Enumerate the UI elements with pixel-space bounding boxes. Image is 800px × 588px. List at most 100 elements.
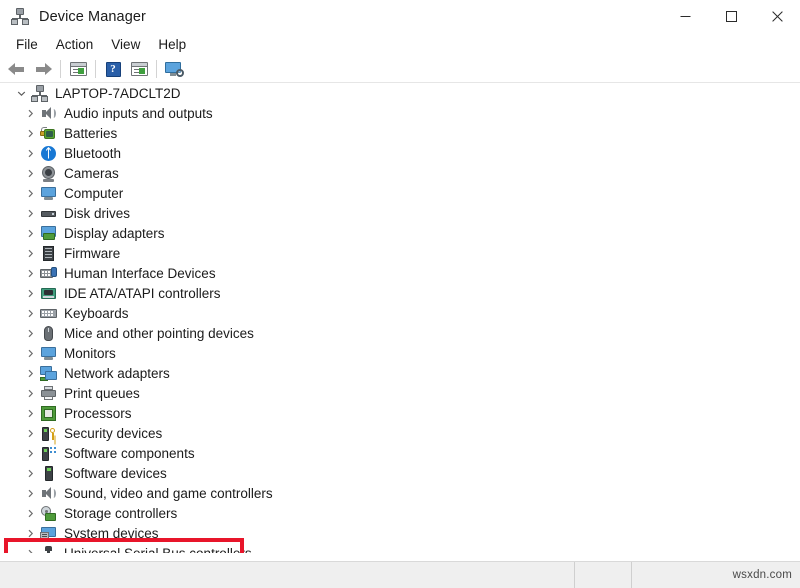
chevron-right-icon[interactable]: [22, 203, 38, 223]
help-button[interactable]: ?: [100, 57, 126, 81]
maximize-icon: [725, 11, 737, 22]
chevron-right-icon[interactable]: [22, 503, 38, 523]
tree-row-sound-video-and-game-controllers[interactable]: Sound, video and game controllers: [0, 483, 800, 503]
tree-row-print-queues[interactable]: Print queues: [0, 383, 800, 403]
disk-drive-icon: [40, 205, 57, 222]
chevron-right-icon[interactable]: [22, 423, 38, 443]
processor-icon: [40, 405, 57, 422]
tree-row-ide-ata-atapi-controllers[interactable]: IDE ATA/ATAPI controllers: [0, 283, 800, 303]
chevron-right-icon[interactable]: [22, 403, 38, 423]
tree-row-processors[interactable]: Processors: [0, 403, 800, 423]
chevron-right-icon[interactable]: [22, 383, 38, 403]
tree-item-label: System devices: [64, 525, 159, 541]
chevron-right-icon[interactable]: [22, 103, 38, 123]
tree-row-batteries[interactable]: Batteries: [0, 123, 800, 143]
speaker-icon: [40, 485, 57, 502]
tree-item-label: Mice and other pointing devices: [64, 325, 254, 341]
tree-item-label: Software components: [64, 445, 195, 461]
device-tree-icon: [11, 7, 29, 26]
tree-row-audio-inputs-and-outputs[interactable]: Audio inputs and outputs: [0, 103, 800, 123]
tree-item-label: Keyboards: [64, 305, 129, 321]
chevron-right-icon[interactable]: [22, 463, 38, 483]
chevron-right-icon[interactable]: [22, 303, 38, 323]
tree-row-system-devices[interactable]: System devices: [0, 523, 800, 543]
tree-row-human-interface-devices[interactable]: Human Interface Devices: [0, 263, 800, 283]
tree-row-computer[interactable]: Computer: [0, 183, 800, 203]
tree-row-root[interactable]: LAPTOP-7ADCLT2D: [0, 83, 800, 103]
tree-row-security-devices[interactable]: Security devices: [0, 423, 800, 443]
tree-root-label: LAPTOP-7ADCLT2D: [55, 85, 181, 101]
tree-row-bluetooth[interactable]: ᛏ Bluetooth: [0, 143, 800, 163]
tree-item-label: Storage controllers: [64, 505, 178, 521]
chevron-right-icon[interactable]: [22, 223, 38, 243]
tree-item-label: Sound, video and game controllers: [64, 485, 273, 501]
computer-tree-icon: [31, 84, 48, 102]
chevron-right-icon[interactable]: [22, 443, 38, 463]
chevron-right-icon[interactable]: [22, 143, 38, 163]
minimize-button[interactable]: [662, 0, 708, 33]
chevron-right-icon[interactable]: [22, 363, 38, 383]
menu-bar: File Action View Help: [0, 33, 800, 56]
tree-row-firmware[interactable]: Firmware: [0, 243, 800, 263]
show-hidden-devices-button[interactable]: [161, 57, 187, 81]
watermark: wsxdn.com: [732, 569, 792, 581]
chevron-right-icon[interactable]: [22, 243, 38, 263]
security-device-icon: [40, 425, 57, 442]
chevron-down-icon[interactable]: [13, 83, 29, 103]
close-icon: [771, 11, 783, 22]
menu-item-action[interactable]: Action: [47, 34, 103, 55]
help-question-icon: ?: [105, 61, 121, 77]
toolbar-separator: [95, 60, 96, 78]
tree-row-storage-controllers[interactable]: Storage controllers: [0, 503, 800, 523]
tree-item-label: Monitors: [64, 345, 116, 361]
chevron-right-icon[interactable]: [22, 263, 38, 283]
maximize-button[interactable]: [708, 0, 754, 33]
close-button[interactable]: [754, 0, 800, 33]
status-bar: wsxdn.com: [0, 561, 800, 588]
properties-panel-icon: [69, 62, 87, 76]
chevron-right-icon[interactable]: [22, 183, 38, 203]
monitor-icon: [40, 185, 57, 202]
system-device-icon: [40, 525, 57, 542]
tree-row-monitors[interactable]: Monitors: [0, 343, 800, 363]
menu-item-view[interactable]: View: [102, 34, 149, 55]
forward-button[interactable]: [30, 57, 56, 81]
tree-row-software-devices[interactable]: Software devices: [0, 463, 800, 483]
device-tree[interactable]: LAPTOP-7ADCLT2D Audio inputs and outputs…: [0, 83, 800, 553]
tree-item-label: Print queues: [64, 385, 140, 401]
chevron-right-icon[interactable]: [22, 483, 38, 503]
chevron-right-icon[interactable]: [22, 523, 38, 543]
tree-row-disk-drives[interactable]: Disk drives: [0, 203, 800, 223]
status-bar-main-segment: [0, 562, 575, 588]
menu-item-help[interactable]: Help: [149, 34, 195, 55]
speaker-icon: [40, 105, 57, 122]
tree-row-network-adapters[interactable]: Network adapters: [0, 363, 800, 383]
tree-row-mice-and-other-pointing-devices[interactable]: Mice and other pointing devices: [0, 323, 800, 343]
software-component-icon: [40, 445, 57, 462]
toolbar: ?: [0, 56, 800, 83]
chevron-right-icon[interactable]: [22, 343, 38, 363]
mouse-icon: [40, 325, 57, 342]
tree-item-label: Processors: [64, 405, 132, 421]
tree-row-cameras[interactable]: Cameras: [0, 163, 800, 183]
back-arrow-icon: [8, 62, 26, 76]
scan-for-hardware-changes-button[interactable]: [126, 57, 152, 81]
chevron-right-icon[interactable]: [22, 543, 38, 553]
tree-row-universal-serial-bus-controllers[interactable]: Universal Serial Bus controllers: [0, 543, 800, 553]
back-button[interactable]: [4, 57, 30, 81]
tree-item-label: Audio inputs and outputs: [64, 105, 213, 121]
chevron-right-icon[interactable]: [22, 323, 38, 343]
chevron-right-icon[interactable]: [22, 163, 38, 183]
menu-item-file[interactable]: File: [7, 34, 47, 55]
window-title: Device Manager: [39, 8, 146, 25]
display-adapter-icon: [40, 225, 57, 242]
scan-panel-icon: [130, 62, 148, 76]
ide-controller-icon: [40, 285, 57, 302]
properties-button[interactable]: [65, 57, 91, 81]
tree-row-software-components[interactable]: Software components: [0, 443, 800, 463]
chevron-right-icon[interactable]: [22, 123, 38, 143]
usb-icon: [40, 545, 57, 553]
chevron-right-icon[interactable]: [22, 283, 38, 303]
tree-row-keyboards[interactable]: Keyboards: [0, 303, 800, 323]
tree-row-display-adapters[interactable]: Display adapters: [0, 223, 800, 243]
